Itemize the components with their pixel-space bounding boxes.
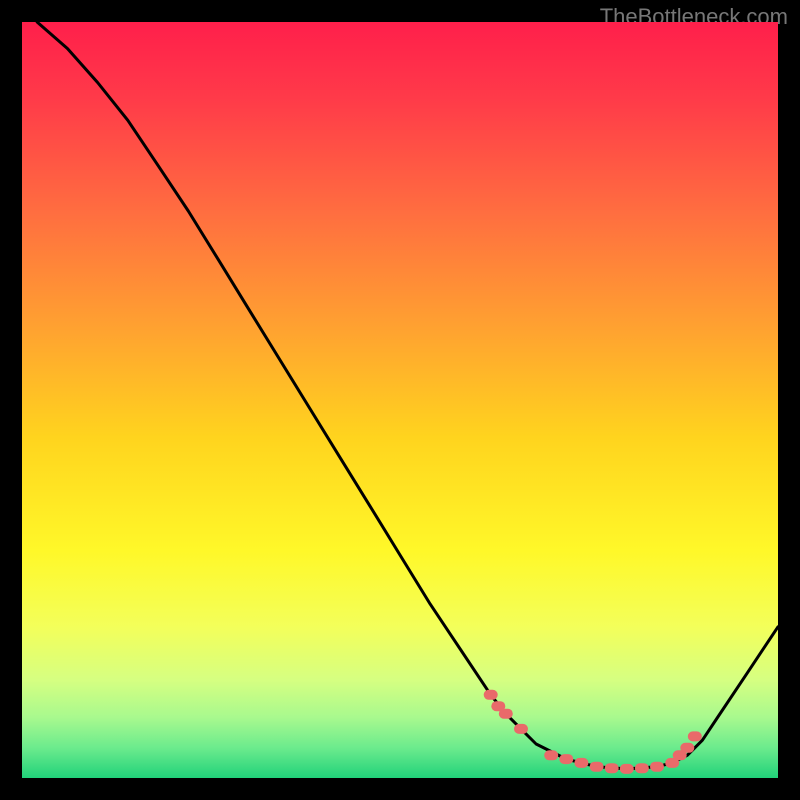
chart-container: TheBottleneck.com	[0, 0, 800, 800]
curve-marker	[605, 763, 619, 773]
curve-marker	[680, 743, 694, 753]
gradient-background	[22, 22, 778, 778]
curve-marker	[544, 750, 558, 760]
curve-marker	[650, 762, 664, 772]
curve-marker	[590, 762, 604, 772]
curve-marker	[484, 690, 498, 700]
curve-marker	[688, 731, 702, 741]
curve-marker	[499, 709, 513, 719]
curve-marker	[574, 758, 588, 768]
curve-marker	[635, 763, 649, 773]
plot-area	[22, 22, 778, 778]
chart-svg	[22, 22, 778, 778]
curve-marker	[514, 724, 528, 734]
curve-marker	[559, 754, 573, 764]
curve-marker	[620, 764, 634, 774]
